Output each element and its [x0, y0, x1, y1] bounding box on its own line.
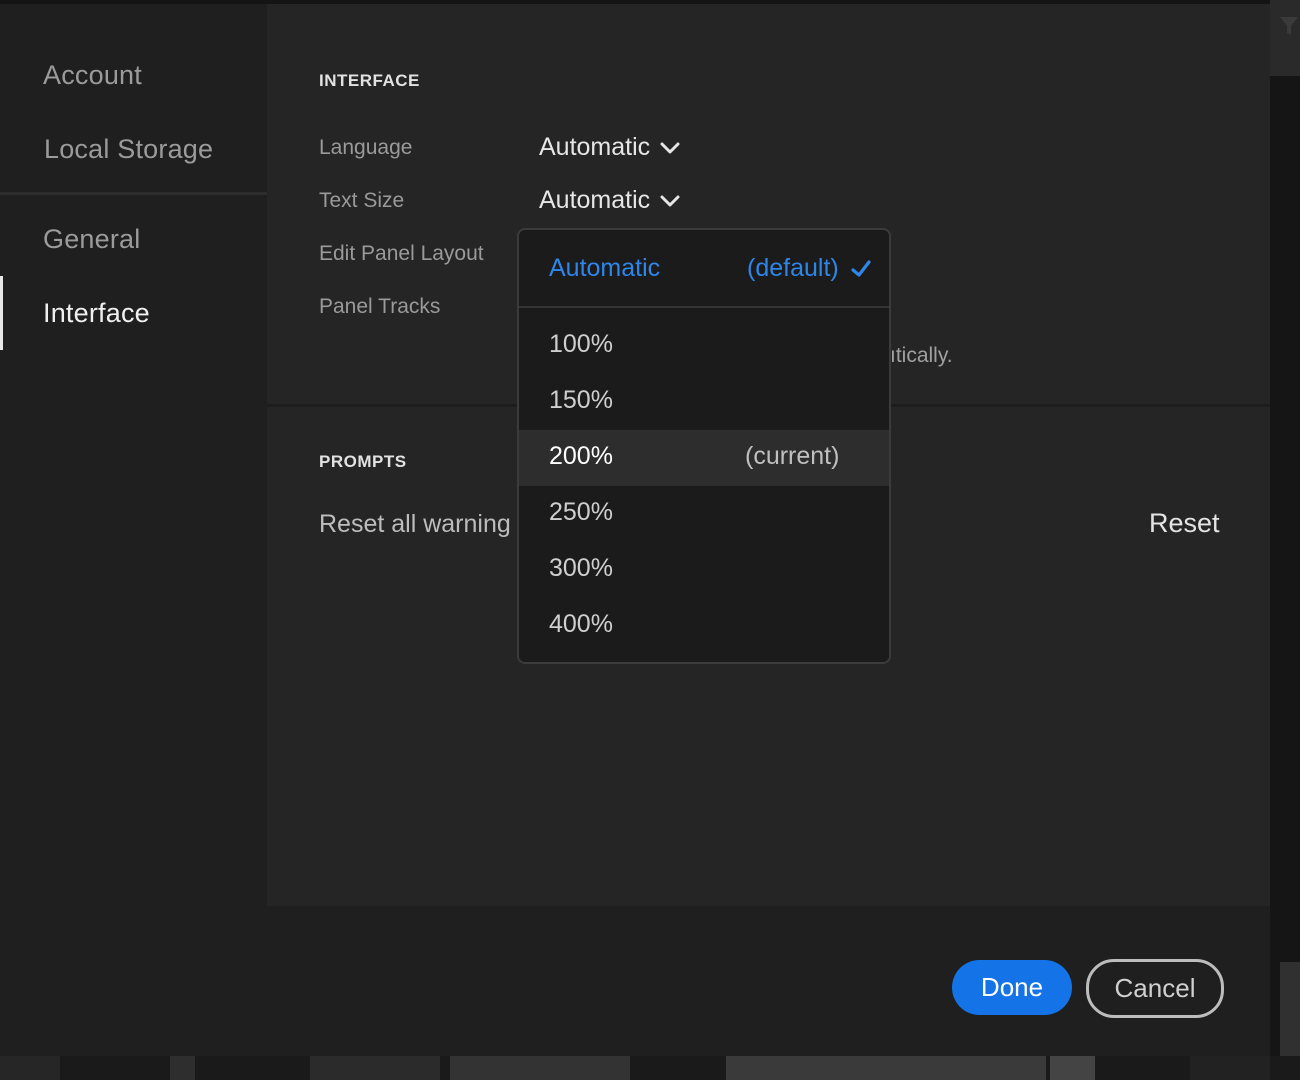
text-size-menu: Automatic (default) 100% 150% 200% (curr… [517, 228, 891, 664]
menu-option-label: 300% [549, 554, 613, 582]
menu-option-100[interactable]: 100% [519, 318, 889, 374]
menu-option-label: Automatic [549, 254, 661, 282]
done-button[interactable]: Done [952, 960, 1072, 1015]
text-size-dropdown[interactable]: Automatic [539, 186, 680, 215]
menu-divider [519, 306, 889, 308]
interface-heading: INTERFACE [319, 71, 420, 90]
sidebar-item-general[interactable]: General [43, 224, 140, 255]
current-note: (current) [745, 442, 840, 470]
chevron-down-icon [660, 142, 680, 153]
background-app-right-edge [1270, 0, 1300, 1080]
background-toolbar-fragment [1270, 0, 1300, 76]
menu-option-label: 150% [549, 386, 613, 414]
background-thumbnail [310, 1056, 440, 1080]
partially-hidden-text: ıtically. [890, 344, 953, 367]
reset-warnings-label: Reset all warning [319, 510, 511, 538]
background-thumbnail [170, 1056, 195, 1080]
active-indicator [0, 276, 3, 350]
menu-option-250[interactable]: 250% [519, 486, 889, 542]
background-thumbnail [1190, 1056, 1270, 1080]
default-note: (default) [747, 254, 839, 282]
background-thumbnail [726, 1056, 1046, 1080]
cancel-button[interactable]: Cancel [1086, 959, 1224, 1018]
filter-icon [1280, 17, 1298, 35]
menu-option-label: 250% [549, 498, 613, 526]
preferences-sidebar: Account Local Storage General Interface [0, 4, 267, 1056]
prompts-heading: PROMPTS [319, 452, 407, 471]
menu-option-150[interactable]: 150% [519, 374, 889, 430]
menu-option-label: 100% [549, 330, 613, 358]
panel-tracks-label: Panel Tracks [319, 295, 441, 318]
background-thumbnail [0, 1056, 60, 1080]
edit-panel-layout-label: Edit Panel Layout [319, 242, 484, 265]
menu-option-300[interactable]: 300% [519, 542, 889, 598]
checkmark-icon [851, 260, 871, 277]
background-thumbnail [1050, 1056, 1095, 1080]
sidebar-divider [0, 192, 267, 195]
background-filmstrip [0, 1056, 1300, 1080]
language-value: Automatic [539, 133, 651, 161]
text-size-label: Text Size [319, 189, 405, 212]
sidebar-item-interface[interactable]: Interface [43, 298, 150, 329]
text-size-value: Automatic [539, 186, 651, 214]
language-label: Language [319, 136, 413, 159]
menu-option-200[interactable]: 200% (current) [519, 430, 889, 486]
sidebar-item-local-storage[interactable]: Local Storage [44, 134, 213, 165]
menu-option-label: 200% [549, 442, 613, 470]
reset-warnings-button[interactable]: Reset [1149, 508, 1220, 539]
chevron-down-icon [660, 195, 680, 206]
menu-option-label: 400% [549, 610, 613, 638]
language-dropdown[interactable]: Automatic [539, 133, 680, 162]
menu-option-400[interactable]: 400% [519, 598, 889, 654]
menu-option-automatic[interactable]: Automatic (default) [519, 230, 889, 306]
background-thumbnail [450, 1056, 630, 1080]
sidebar-item-account[interactable]: Account [43, 60, 142, 91]
